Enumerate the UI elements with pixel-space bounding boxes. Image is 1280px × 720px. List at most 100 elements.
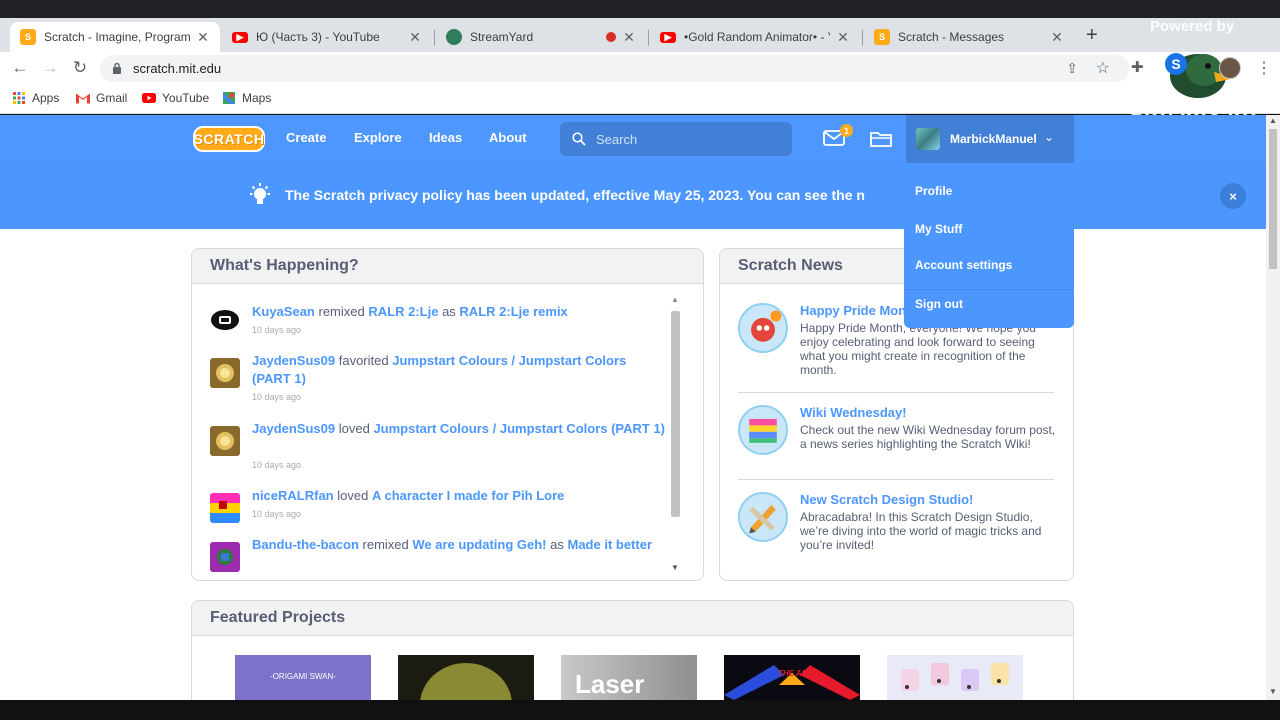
bookmark-label: Maps	[242, 91, 272, 105]
page-scrollbar[interactable]: ▲ ▼	[1266, 115, 1280, 700]
nav-create[interactable]: Create	[286, 130, 326, 145]
tab-separator	[434, 30, 435, 46]
scroll-up-arrow-icon[interactable]: ▲	[671, 295, 679, 304]
activity-text: niceRALRfan loved A character I made for…	[252, 487, 668, 505]
scroll-up-arrow-icon[interactable]: ▲	[1269, 116, 1277, 125]
close-tab-icon[interactable]: ✕	[408, 29, 422, 46]
bookmark-youtube[interactable]: YouTube	[142, 91, 209, 105]
project-thumbnail-caption: -ORIGAMI SWAN-	[270, 672, 336, 681]
activity-project-link[interactable]: We are updating Geh!	[412, 537, 546, 552]
activity-user-link[interactable]: JaydenSus09	[252, 421, 335, 436]
project-thumbnail[interactable]	[398, 655, 534, 700]
project-thumbnail-the-art[interactable]: THE ART	[724, 655, 860, 700]
account-menu-button[interactable]: MarbickManuel ⌄	[906, 115, 1074, 163]
bookmark-label: Apps	[32, 91, 60, 105]
news-item[interactable]: Wiki Wednesday! Check out the new Wiki W…	[738, 405, 1056, 475]
project-thumbnail-laser[interactable]: Laser	[561, 655, 697, 700]
activity-user-link[interactable]: JaydenSus09	[252, 353, 335, 368]
address-bar[interactable]: scratch.mit.edu ⇪ ☆	[100, 55, 1130, 82]
scroll-down-arrow-icon[interactable]: ▼	[671, 563, 679, 572]
scratch-logo[interactable]: SCRATCH	[193, 126, 265, 152]
news-text: Happy Pride Month, everyone! We hope you…	[800, 321, 1036, 377]
news-title-link[interactable]: New Scratch Design Studio!	[800, 492, 973, 507]
tab-title: StreamYard	[470, 30, 534, 44]
tab-gold-random-animator[interactable]: ▶ •Gold Random Animator• - Y ✕	[650, 22, 860, 52]
user-avatar[interactable]	[210, 358, 240, 388]
tab-separator	[862, 30, 863, 46]
activity-user-link[interactable]: niceRALRfan	[252, 488, 334, 503]
account-dropdown-menu: Profile My Stuff Account settings Sign o…	[904, 163, 1074, 328]
extensions-puzzle-icon[interactable]: ✚	[1131, 58, 1144, 76]
back-button[interactable]: ←	[10, 58, 30, 78]
browser-toolbar: ← → ↻ scratch.mit.edu ⇪ ☆	[0, 52, 1280, 84]
activity-project-link[interactable]: RALR 2:Lje remix	[459, 304, 567, 319]
wiki-rainbow-icon	[738, 405, 788, 455]
user-avatar[interactable]	[210, 305, 240, 335]
scratch-navbar: SCRATCH Create Explore Ideas About Searc…	[0, 115, 1266, 163]
activity-scrollbar[interactable]: ▲ ▼	[668, 293, 682, 575]
search-input[interactable]: Search	[596, 132, 637, 147]
activity-verb: loved	[337, 488, 369, 503]
share-icon[interactable]: ⇪	[1066, 60, 1078, 77]
menu-item-profile[interactable]: Profile	[915, 184, 952, 198]
bookmark-star-icon[interactable]: ☆	[1096, 58, 1110, 78]
privacy-banner: The Scratch privacy policy has been upda…	[0, 163, 1266, 229]
nav-ideas[interactable]: Ideas	[429, 130, 462, 145]
design-studio-pencil-icon	[738, 492, 788, 542]
browser-menu-icon[interactable]: ⋮	[1256, 58, 1272, 78]
close-tab-icon[interactable]: ✕	[196, 29, 210, 46]
tab-streamyard[interactable]: StreamYard ✕	[436, 22, 646, 52]
whats-happening-box: What's Happening? KuyaSean remixed RALR …	[191, 248, 704, 581]
tab-youtube[interactable]: ▶ Ю (Часть 3) - YouTube ✕	[222, 22, 432, 52]
project-thumbnail-origami-swan[interactable]: -ORIGAMI SWAN-	[235, 655, 371, 700]
url-text: scratch.mit.edu	[133, 61, 222, 76]
scrollbar-thumb[interactable]	[671, 311, 680, 517]
activity-time: 10 days ago	[252, 509, 302, 519]
activity-user-link[interactable]: KuyaSean	[252, 304, 315, 319]
my-stuff-folder-icon[interactable]	[870, 130, 892, 147]
activity-user-link[interactable]: Bandu-the-bacon	[252, 537, 359, 552]
close-tab-icon[interactable]: ✕	[622, 29, 636, 46]
chevron-down-icon: ⌄	[1044, 130, 1055, 144]
new-tab-button[interactable]: +	[1086, 24, 1098, 47]
bookmark-maps[interactable]: Maps	[222, 91, 271, 105]
bookmark-apps[interactable]: Apps	[12, 91, 59, 105]
news-title-link[interactable]: Wiki Wednesday!	[800, 405, 907, 420]
profile-avatar[interactable]	[1219, 57, 1241, 79]
window-top-strip	[0, 0, 1280, 18]
privacy-banner-text: The Scratch privacy policy has been upda…	[285, 187, 865, 203]
menu-item-my-stuff[interactable]: My Stuff	[915, 222, 962, 236]
user-avatar[interactable]	[210, 426, 240, 456]
menu-item-sign-out[interactable]: Sign out	[915, 297, 963, 311]
reload-button[interactable]: ↻	[70, 58, 90, 78]
nav-explore[interactable]: Explore	[354, 130, 402, 145]
nav-about[interactable]: About	[489, 130, 527, 145]
scratch-favicon-icon: S	[20, 29, 36, 45]
menu-item-account-settings[interactable]: Account settings	[915, 258, 1012, 272]
featured-projects-title: Featured Projects	[192, 601, 1073, 636]
user-avatar[interactable]	[210, 493, 240, 523]
bookmark-gmail[interactable]: Gmail	[76, 91, 127, 105]
scroll-down-arrow-icon[interactable]: ▼	[1269, 687, 1277, 696]
activity-project-link[interactable]: Jumpstart Colours / Jumpstart Colors (PA…	[373, 421, 665, 436]
activity-verb: favorited	[338, 353, 389, 368]
forward-button[interactable]: →	[40, 58, 60, 78]
news-item[interactable]: New Scratch Design Studio! Abracadabra! …	[738, 492, 1056, 562]
apps-grid-icon	[13, 92, 25, 104]
user-avatar	[916, 128, 940, 150]
close-tab-icon[interactable]: ✕	[836, 29, 850, 46]
activity-project-link[interactable]: RALR 2:Lje	[368, 304, 438, 319]
tab-scratch-messages[interactable]: S Scratch - Messages ✕	[864, 22, 1074, 52]
project-thumbnail-bubble-tea[interactable]	[887, 655, 1023, 700]
page-scrollbar-thumb[interactable]	[1269, 129, 1277, 269]
scratch-favicon-icon: S	[874, 29, 890, 45]
tab-title: •Gold Random Animator• - Y	[684, 30, 830, 44]
search-box[interactable]: Search	[560, 122, 792, 156]
news-text: Check out the new Wiki Wednesday forum p…	[800, 423, 1056, 451]
close-tab-icon[interactable]: ✕	[1050, 29, 1064, 46]
close-banner-button[interactable]: ×	[1220, 183, 1246, 209]
user-avatar[interactable]	[210, 542, 240, 572]
tab-scratch-home[interactable]: S Scratch - Imagine, Program, Sh ✕	[10, 22, 220, 52]
activity-project-link[interactable]: A character I made for Pih Lore	[372, 488, 564, 503]
activity-project-link[interactable]: Made it better	[567, 537, 652, 552]
